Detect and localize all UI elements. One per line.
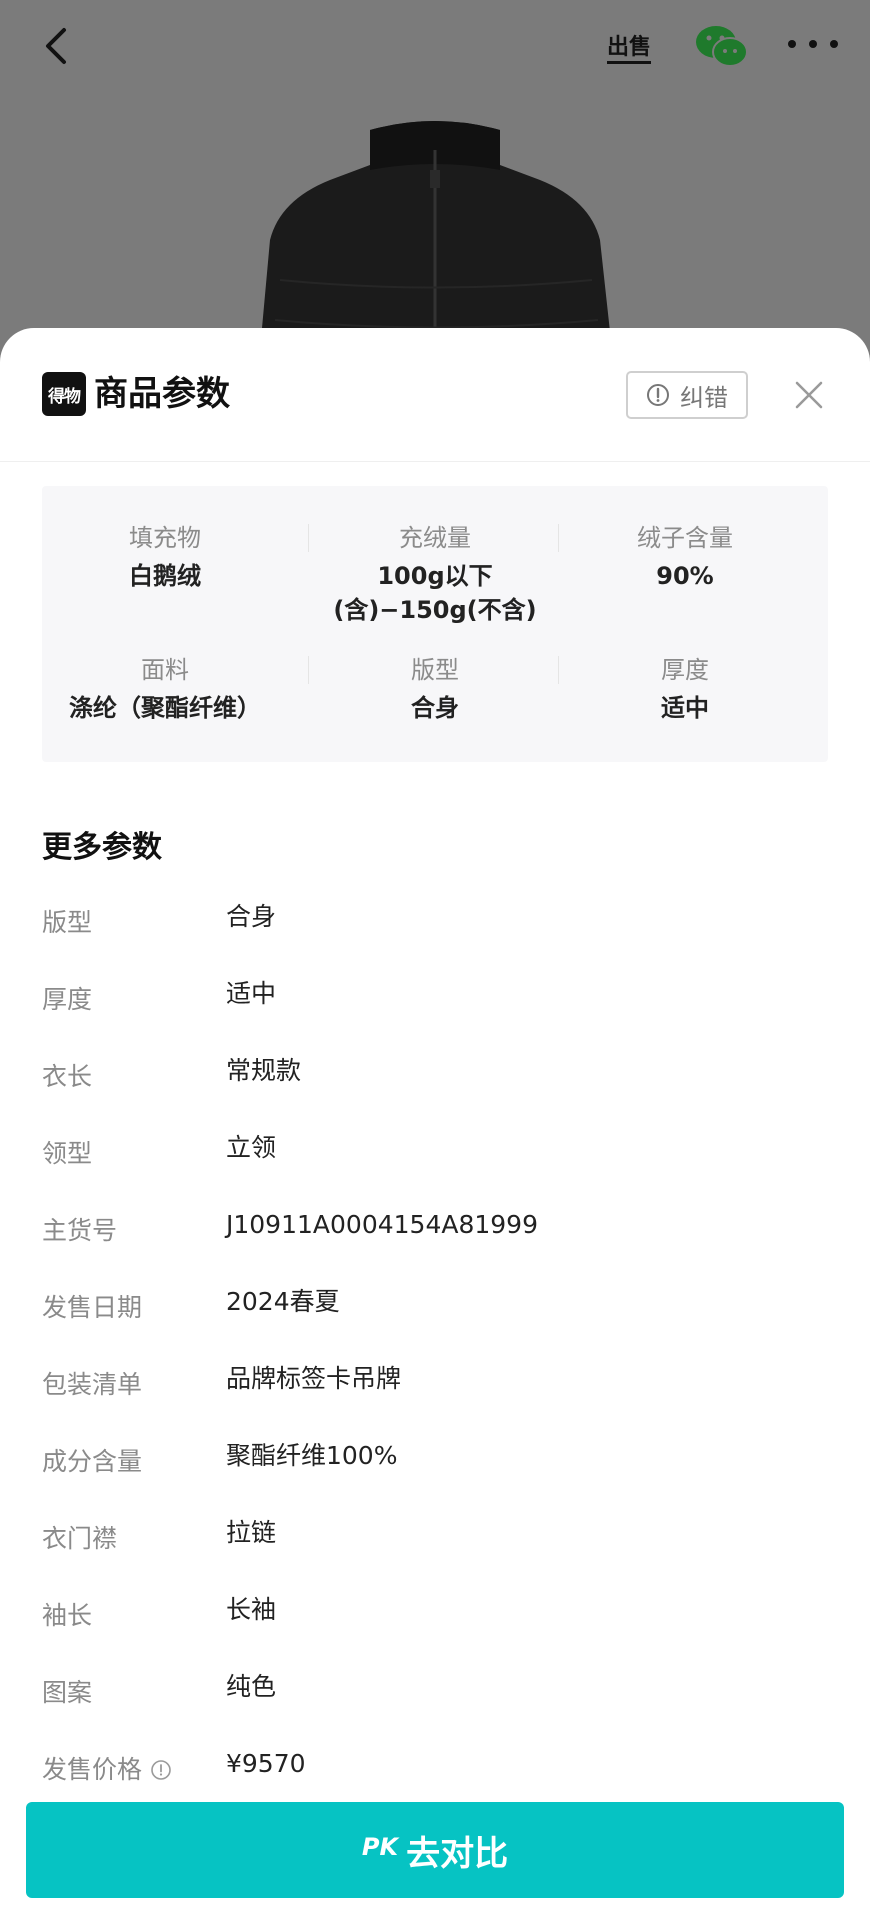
param-row: 领型 立领 bbox=[42, 1133, 828, 1197]
param-label: 发售日期 bbox=[42, 1293, 143, 1322]
key-param-label: 面料 bbox=[141, 656, 189, 684]
key-param-label: 版型 bbox=[411, 656, 459, 684]
key-param-value: 白鹅绒 bbox=[129, 562, 201, 590]
key-param-fill: 填充物 白鹅绒 bbox=[42, 520, 288, 593]
param-label: 包装清单 bbox=[42, 1370, 143, 1399]
param-label: 衣门襟 bbox=[42, 1524, 118, 1553]
key-param-value-line2: (含)−150g(不含) bbox=[333, 596, 537, 624]
grid-divider bbox=[558, 524, 559, 552]
param-row: 袖长 长袖 bbox=[42, 1595, 828, 1659]
key-params-grid: 填充物 白鹅绒 充绒量 100g以下 (含)−150g(不含) 绒子含量 90%… bbox=[42, 486, 828, 762]
param-label: 图案 bbox=[42, 1678, 93, 1707]
dewu-logo-icon: 得物 bbox=[42, 372, 86, 416]
param-label: 领型 bbox=[42, 1139, 93, 1168]
param-value: 纯色 bbox=[226, 1672, 277, 1701]
price-label: 发售价格 bbox=[42, 1755, 143, 1784]
key-param-fabric: 面料 涤纶（聚酯纤维） bbox=[42, 652, 288, 725]
param-value: 适中 bbox=[226, 979, 277, 1008]
alert-circle-icon bbox=[647, 384, 669, 406]
correct-error-button[interactable]: 纠错 bbox=[626, 371, 748, 419]
pk-compare-button[interactable]: PK 去对比 bbox=[26, 1802, 844, 1898]
logo-text: 得物 bbox=[48, 386, 81, 407]
wechat-icon[interactable] bbox=[694, 22, 750, 70]
key-param-fit: 版型 合身 bbox=[312, 652, 558, 725]
param-value: 2024春夏 bbox=[226, 1287, 340, 1316]
product-image bbox=[260, 121, 612, 350]
sell-button[interactable]: 出售 bbox=[604, 24, 654, 74]
param-row: 版型 合身 bbox=[42, 902, 828, 966]
key-param-label: 厚度 bbox=[661, 656, 709, 684]
grid-divider bbox=[308, 656, 309, 684]
key-param-value: 100g以下 bbox=[377, 562, 493, 590]
param-label: 发售价格 bbox=[42, 1753, 172, 1787]
key-param-down-content: 绒子含量 90% bbox=[562, 520, 808, 593]
param-row: 衣门襟 拉链 bbox=[42, 1518, 828, 1582]
pk-compare-label: 去对比 bbox=[406, 1833, 509, 1874]
key-param-value: 90% bbox=[656, 562, 714, 590]
param-value: 常规款 bbox=[226, 1056, 302, 1085]
sheet-title: 商品参数 bbox=[94, 374, 230, 414]
more-horizontal-icon[interactable] bbox=[786, 36, 840, 52]
param-label: 主货号 bbox=[42, 1216, 118, 1245]
param-label: 版型 bbox=[42, 908, 93, 937]
param-row: 成分含量 聚酯纤维100% bbox=[42, 1441, 828, 1505]
param-value: 拉链 bbox=[226, 1518, 277, 1547]
param-value: 品牌标签卡吊牌 bbox=[226, 1364, 402, 1393]
param-row: 衣长 常规款 bbox=[42, 1056, 828, 1120]
param-value: ¥9570 bbox=[226, 1749, 306, 1778]
param-value: J10911A0004154A81999 bbox=[226, 1210, 538, 1239]
key-param-value: 适中 bbox=[661, 694, 709, 722]
param-value: 长袖 bbox=[226, 1595, 277, 1624]
key-param-down-amount: 充绒量 100g以下 (含)−150g(不含) bbox=[312, 520, 558, 627]
param-row: 发售日期 2024春夏 bbox=[42, 1287, 828, 1351]
param-label: 成分含量 bbox=[42, 1447, 143, 1476]
param-row: 主货号 J10911A0004154A81999 bbox=[42, 1210, 828, 1274]
pk-tag: PK bbox=[361, 1833, 399, 1861]
key-param-label: 填充物 bbox=[129, 524, 201, 552]
top-bar: 出售 bbox=[0, 0, 870, 100]
grid-divider bbox=[558, 656, 559, 684]
key-param-label: 充绒量 bbox=[399, 524, 471, 552]
key-param-value: 合身 bbox=[411, 694, 459, 722]
chevron-left-icon[interactable] bbox=[36, 24, 80, 68]
info-icon[interactable] bbox=[150, 1759, 172, 1781]
key-param-value: 涤纶（聚酯纤维） bbox=[69, 694, 261, 722]
key-param-label: 绒子含量 bbox=[637, 524, 733, 552]
param-row: 厚度 适中 bbox=[42, 979, 828, 1043]
param-row: 包装清单 品牌标签卡吊牌 bbox=[42, 1364, 828, 1428]
close-icon[interactable] bbox=[794, 380, 824, 410]
param-value: 立领 bbox=[226, 1133, 277, 1162]
sheet-header: 得物 商品参数 纠错 bbox=[0, 328, 870, 462]
more-params-title: 更多参数 bbox=[42, 830, 162, 865]
param-row: 图案 纯色 bbox=[42, 1672, 828, 1736]
grid-divider bbox=[308, 524, 309, 552]
params-sheet: 得物 商品参数 纠错 填充物 白鹅绒 充绒量 100g以下 (含)−150g(不… bbox=[0, 328, 870, 1920]
param-value: 合身 bbox=[226, 902, 277, 931]
param-label: 衣长 bbox=[42, 1062, 93, 1091]
key-param-thickness: 厚度 适中 bbox=[562, 652, 808, 725]
param-label: 厚度 bbox=[42, 985, 93, 1014]
sell-label: 出售 bbox=[606, 35, 651, 64]
param-label: 袖长 bbox=[42, 1601, 93, 1630]
product-params-screen: 出售 得物 商品参数 纠错 填充物 白鹅绒 充绒量 100g以下 (含)−150… bbox=[0, 0, 870, 1920]
correct-error-label: 纠错 bbox=[680, 383, 728, 412]
param-value: 聚酯纤维100% bbox=[226, 1441, 398, 1470]
